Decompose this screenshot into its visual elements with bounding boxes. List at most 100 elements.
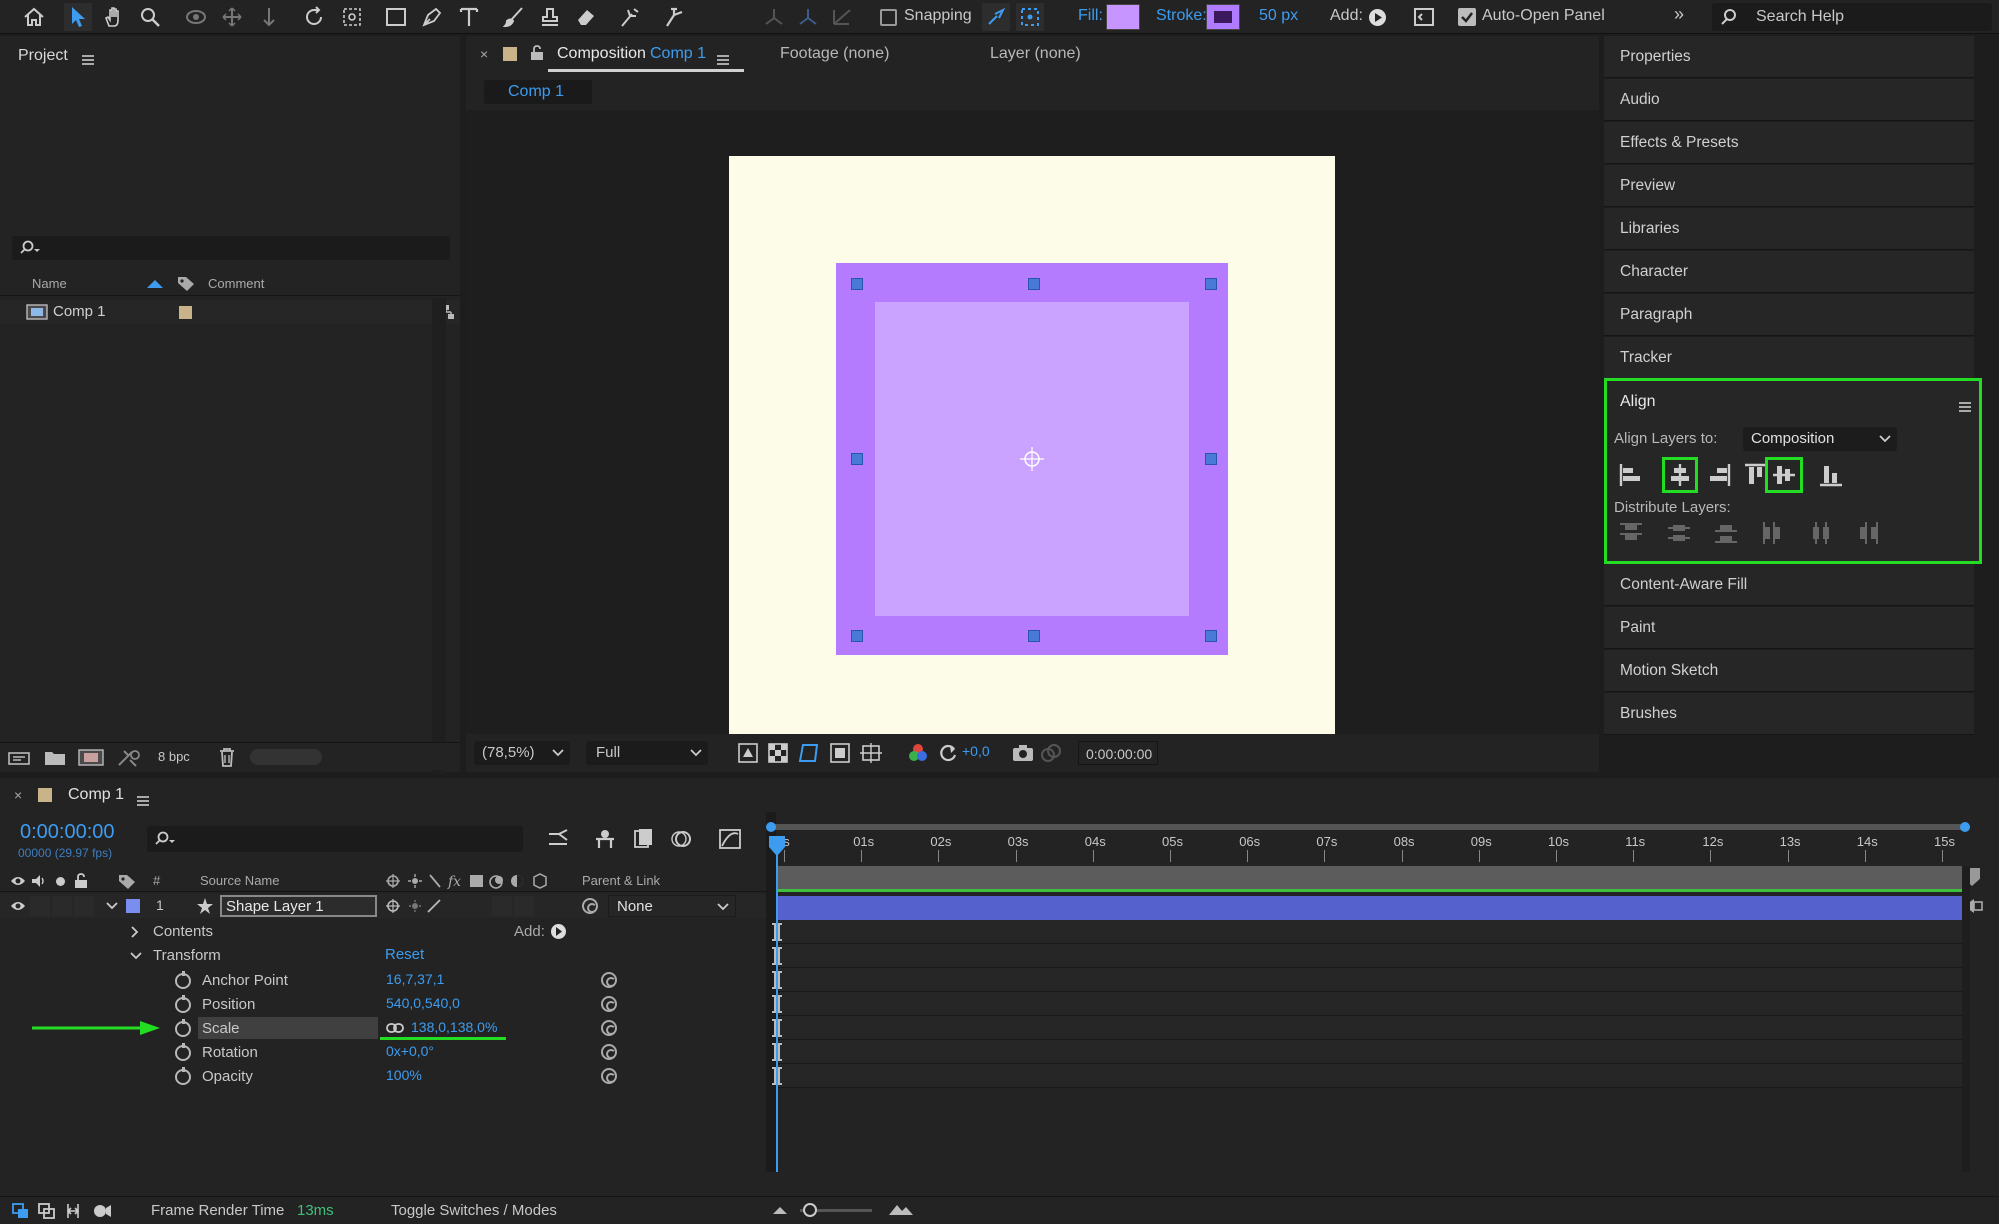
close-tab-icon[interactable]: × <box>480 46 488 62</box>
timeline-menu-icon[interactable] <box>137 796 149 807</box>
reset-exposure-icon[interactable] <box>938 743 958 763</box>
align-panel-title[interactable]: Align <box>1620 393 1656 411</box>
timeline-search-input[interactable] <box>147 826 523 852</box>
bounding-handle[interactable] <box>851 278 863 290</box>
expression-pick-whip-icon[interactable] <box>601 1068 617 1084</box>
pen-tool-icon[interactable] <box>418 3 446 31</box>
work-area-bar[interactable] <box>770 824 1970 830</box>
composition-tab-label[interactable]: Composition <box>557 45 646 63</box>
video-eye-icon[interactable] <box>10 875 26 887</box>
project-scrollbar[interactable] <box>432 298 446 774</box>
lock-toggle[interactable] <box>74 896 94 916</box>
toggle-panel-icon[interactable] <box>1410 3 1438 31</box>
playhead-line[interactable] <box>776 836 778 1172</box>
clone-stamp-icon[interactable] <box>536 3 564 31</box>
mask-visibility-icon[interactable] <box>798 743 820 763</box>
align-horizontal-center-button[interactable] <box>1662 457 1698 493</box>
name-column-header[interactable]: Name <box>32 276 67 291</box>
properties-panel-header[interactable]: Properties <box>1604 36 1974 78</box>
toggle-switches-modes-button[interactable]: Toggle Switches / Modes <box>391 1202 557 1219</box>
current-time[interactable]: 0:00:00:00 <box>20 821 115 844</box>
distribute-horizontal-center-icon[interactable] <box>1809 521 1833 545</box>
axis-world-icon[interactable] <box>794 3 822 31</box>
property-row-position[interactable]: Position 540,0,540,0 <box>0 992 766 1016</box>
chevron-right-icon[interactable] <box>130 926 140 938</box>
render-time-icon[interactable] <box>92 1202 112 1220</box>
chevron-double-right-icon[interactable]: » <box>1674 4 1684 25</box>
project-menu-icon[interactable] <box>82 54 94 65</box>
composition-tab-name[interactable]: Comp 1 <box>650 45 706 63</box>
project-settings-icon[interactable] <box>116 748 142 767</box>
snap-features-icon[interactable] <box>1016 3 1044 31</box>
contents-row[interactable]: Contents Add: <box>0 920 766 944</box>
label-tag-icon[interactable] <box>118 873 136 889</box>
property-value[interactable]: 138,0,138,0% <box>411 1019 497 1035</box>
selection-tool-icon[interactable] <box>64 3 92 31</box>
constrain-proportions-link-icon[interactable] <box>386 1022 404 1034</box>
adjustment-switch[interactable] <box>492 896 512 916</box>
eraser-tool-icon[interactable] <box>572 3 600 31</box>
comp-subtab[interactable]: Comp 1 <box>484 80 592 104</box>
chevron-down-icon[interactable] <box>130 951 142 961</box>
character-panel-header[interactable]: Character <box>1604 251 1974 293</box>
pick-whip-icon[interactable] <box>582 898 598 914</box>
expression-pick-whip-icon[interactable] <box>601 1020 617 1036</box>
new-composition-icon[interactable] <box>78 748 104 766</box>
axis-view-icon[interactable] <box>828 3 856 31</box>
solo-dot-icon[interactable] <box>56 877 65 886</box>
in-out-duration-icon[interactable] <box>64 1202 82 1220</box>
work-area-start-handle[interactable] <box>766 822 776 832</box>
color-channels-icon[interactable] <box>908 743 928 763</box>
paragraph-panel-header[interactable]: Paragraph <box>1604 294 1974 336</box>
roto-brush-icon[interactable] <box>616 3 644 31</box>
property-row-opacity[interactable]: Opacity 100% <box>0 1064 766 1088</box>
bounding-handle[interactable] <box>1205 630 1217 642</box>
pan-camera-icon[interactable] <box>218 3 246 31</box>
zoom-tool-icon[interactable] <box>136 3 164 31</box>
grid-guides-icon[interactable] <box>860 743 882 763</box>
motion-sketch-panel-header[interactable]: Motion Sketch <box>1604 650 1974 692</box>
snapshot-camera-icon[interactable] <box>1012 744 1034 762</box>
composition-canvas[interactable] <box>729 156 1335 762</box>
chevron-down-icon[interactable] <box>106 901 118 911</box>
content-aware-fill-panel-header[interactable]: Content-Aware Fill <box>1604 564 1974 606</box>
project-title[interactable]: Project <box>18 47 68 65</box>
brush-tool-icon[interactable] <box>500 3 528 31</box>
rectangle-tool-icon[interactable] <box>382 3 410 31</box>
parent-dropdown[interactable]: None <box>608 895 736 917</box>
stopwatch-icon[interactable] <box>175 1067 191 1085</box>
layer-switches-icons[interactable] <box>384 897 444 915</box>
solo-toggle[interactable] <box>52 896 72 916</box>
auto-open-checkbox[interactable] <box>1458 8 1476 26</box>
bounding-handle[interactable] <box>1205 453 1217 465</box>
switches-header-icons[interactable]: fx <box>384 872 564 890</box>
zoom-dropdown[interactable]: (78,5%) <box>474 741 570 765</box>
hand-tool-icon[interactable] <box>100 3 128 31</box>
type-tool-icon[interactable] <box>455 3 483 31</box>
graph-editor-icon[interactable] <box>718 828 742 850</box>
stopwatch-icon[interactable] <box>175 995 191 1013</box>
interpret-footage-icon[interactable] <box>8 750 30 766</box>
align-bottom-icon[interactable] <box>1819 463 1843 487</box>
viewer-canvas-area[interactable] <box>466 110 1599 762</box>
shy-layers-icon[interactable] <box>594 828 616 850</box>
parent-link-column-header[interactable]: Parent & Link <box>582 873 660 888</box>
frame-blending-icon[interactable] <box>632 828 654 850</box>
project-item-comp1[interactable]: Comp 1 <box>0 300 460 324</box>
bounding-handle[interactable] <box>1205 278 1217 290</box>
bounding-handle[interactable] <box>851 630 863 642</box>
fill-swatch[interactable] <box>1106 4 1140 30</box>
paint-panel-header[interactable]: Paint <box>1604 607 1974 649</box>
zoom-out-mountain-icon[interactable] <box>772 1205 788 1215</box>
layer-tab[interactable]: Layer (none) <box>990 45 1081 63</box>
property-value[interactable]: 0x+0,0° <box>386 1043 434 1059</box>
timeline-tab-label[interactable]: Comp 1 <box>68 786 124 804</box>
source-name-column-header[interactable]: Source Name <box>200 873 279 888</box>
puppet-tool-icon[interactable] <box>660 3 688 31</box>
stopwatch-icon[interactable] <box>175 1019 191 1037</box>
bit-depth-label[interactable]: 8 bpc <box>158 749 190 764</box>
distribute-bottom-icon[interactable] <box>1714 521 1738 545</box>
footage-tab[interactable]: Footage (none) <box>780 45 889 63</box>
expression-pick-whip-icon[interactable] <box>601 972 617 988</box>
snapping-checkbox[interactable] <box>880 9 897 26</box>
